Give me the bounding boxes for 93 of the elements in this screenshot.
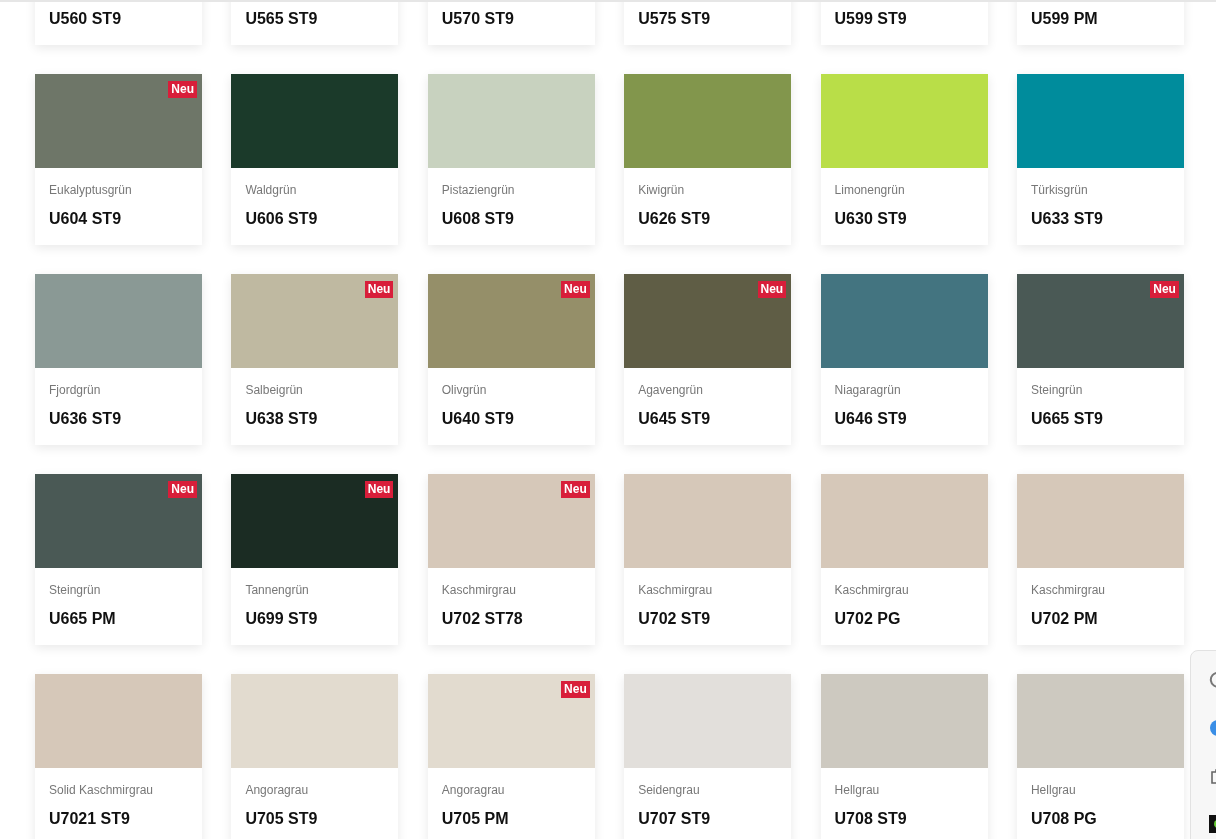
decor-code: U702 PG xyxy=(834,610,902,628)
decor-name: Seidengrau xyxy=(638,783,701,798)
swatch-card[interactable]: Limonengrün U630 ST9 xyxy=(820,74,988,245)
swatch-card[interactable]: U565 ST9 xyxy=(231,2,399,45)
decor-code: U638 ST9 xyxy=(245,410,319,428)
swatch-card[interactable]: Fjordgrün U636 ST9 xyxy=(35,274,202,445)
decor-code: U570 ST9 xyxy=(441,10,515,28)
decor-code: U7021 ST9 xyxy=(49,810,131,828)
decor-code: U705 ST9 xyxy=(245,810,319,828)
decor-code: U702 PM xyxy=(1030,610,1099,628)
decor-name: Steingrün xyxy=(49,583,102,598)
decor-code: U699 ST9 xyxy=(245,610,319,628)
decor-code: U636 ST9 xyxy=(49,410,123,428)
swatch-card[interactable]: Niagaragrün U646 ST9 xyxy=(820,274,988,445)
swatch-card[interactable]: Neu Kaschmirgrau U702 ST78 xyxy=(427,474,595,645)
decor-code: U665 ST9 xyxy=(1030,410,1104,428)
decor-name: Angoragrau xyxy=(245,783,310,798)
decor-code: U606 ST9 xyxy=(245,210,319,228)
decor-name: Agavengrün xyxy=(638,383,704,398)
swatch-card[interactable]: Kaschmirgrau U702 ST9 xyxy=(624,474,792,645)
decor-name: Pistaziengrün xyxy=(441,183,516,198)
decor-name: Eukalyptusgrün xyxy=(49,183,133,198)
decor-name: Kaschmirgrau xyxy=(834,583,910,598)
decor-code: U708 PG xyxy=(1030,810,1098,828)
new-badge: Neu xyxy=(364,281,394,298)
swatch-card[interactable]: Seidengrau U707 ST9 xyxy=(624,674,792,839)
swatch-card[interactable]: Solid Kaschmirgrau U7021 ST9 xyxy=(35,674,202,839)
swatch-card[interactable]: Neu Tannengrün U699 ST9 xyxy=(231,474,399,645)
decor-name: Solid Kaschmirgrau xyxy=(49,783,155,798)
decor-name: Steingrün xyxy=(1030,383,1084,398)
decor-code: U702 ST78 xyxy=(441,610,524,628)
decor-code: U608 ST9 xyxy=(441,210,515,228)
decor-code: U626 ST9 xyxy=(638,210,712,228)
swatch-card[interactable]: Angoragrau U705 ST9 xyxy=(231,674,399,839)
decor-name: Olivgrün xyxy=(441,383,488,398)
decor-code: U640 ST9 xyxy=(441,410,515,428)
decor-code: U565 ST9 xyxy=(245,10,319,28)
decor-code: U630 ST9 xyxy=(834,210,908,228)
decor-code: U708 ST9 xyxy=(834,810,908,828)
decor-code: U599 PM xyxy=(1030,10,1099,28)
new-badge: Neu xyxy=(757,281,787,298)
swatch-card[interactable]: Neu Salbeigrün U638 ST9 xyxy=(231,274,399,445)
swatch-card[interactable]: Neu Steingrün U665 PM xyxy=(35,474,202,645)
new-badge: Neu xyxy=(561,281,590,298)
decor-name: Niagaragrün xyxy=(834,383,902,398)
decor-code: U707 ST9 xyxy=(638,810,712,828)
swatch-card[interactable]: U599 PM xyxy=(1016,2,1184,45)
decor-code: U702 ST9 xyxy=(638,610,712,628)
decor-code: U633 ST9 xyxy=(1030,210,1104,228)
swatch-card[interactable]: Kaschmirgrau U702 PG xyxy=(820,474,988,645)
decor-code: U604 ST9 xyxy=(49,210,123,228)
decor-code: U665 PM xyxy=(49,610,117,628)
decor-code: U560 ST9 xyxy=(49,10,123,28)
swatch-card[interactable]: Kiwigrün U626 ST9 xyxy=(624,74,792,245)
swatch-card[interactable]: Neu Agavengrün U645 ST9 xyxy=(624,274,792,445)
decor-name: Salbeigrün xyxy=(245,383,304,398)
new-badge: Neu xyxy=(561,681,590,698)
decor-name: Angoragrau xyxy=(441,783,506,798)
decor-name: Waldgrün xyxy=(245,183,298,198)
decor-name: Hellgrau xyxy=(1030,783,1077,798)
decor-code: U645 ST9 xyxy=(638,410,712,428)
decor-code: U599 ST9 xyxy=(834,10,908,28)
swatch-card[interactable]: Türkisgrün U633 ST9 xyxy=(1016,74,1184,245)
swatch-card[interactable]: Neu Olivgrün U640 ST9 xyxy=(427,274,595,445)
decor-name: Kaschmirgrau xyxy=(441,583,517,598)
swatch-card[interactable]: Neu Steingrün U665 ST9 xyxy=(1016,274,1184,445)
new-badge: Neu xyxy=(168,481,197,498)
new-badge: Neu xyxy=(1150,281,1179,298)
swatch-card[interactable]: Kaschmirgrau U702 PM xyxy=(1016,474,1184,645)
swatch-card[interactable]: Pistaziengrün U608 ST9 xyxy=(427,74,595,245)
new-badge: Neu xyxy=(561,481,590,498)
swatch-card[interactable]: Neu Eukalyptusgrün U604 ST9 xyxy=(35,74,202,245)
decor-code: U646 ST9 xyxy=(834,410,908,428)
decor-name: Tannengrün xyxy=(245,583,310,598)
decor-name: Kaschmirgrau xyxy=(638,583,714,598)
new-badge: Neu xyxy=(168,81,197,98)
decor-name: Kaschmirgrau xyxy=(1030,583,1106,598)
swatch-card[interactable]: U560 ST9 xyxy=(35,2,202,45)
decor-code: U705 PM xyxy=(441,810,510,828)
swatch-card[interactable]: U570 ST9 xyxy=(427,2,595,45)
decor-code: U575 ST9 xyxy=(638,10,712,28)
swatch-card[interactable]: Waldgrün U606 ST9 xyxy=(231,74,399,245)
decor-name: Hellgrau xyxy=(834,783,881,798)
decor-name: Kiwigrün xyxy=(638,183,686,198)
decor-name: Fjordgrün xyxy=(49,383,102,398)
swatch-card[interactable]: Neu Angoragrau U705 PM xyxy=(427,674,595,839)
swatch-card[interactable]: Hellgrau U708 ST9 xyxy=(820,674,988,839)
swatch-card[interactable]: U599 ST9 xyxy=(820,2,988,45)
decor-name: Limonengrün xyxy=(834,183,906,198)
new-badge: Neu xyxy=(364,481,394,498)
decor-name: Türkisgrün xyxy=(1030,183,1089,198)
swatch-card[interactable]: Hellgrau U708 PG xyxy=(1016,674,1184,839)
swatch-card[interactable]: U575 ST9 xyxy=(624,2,792,45)
